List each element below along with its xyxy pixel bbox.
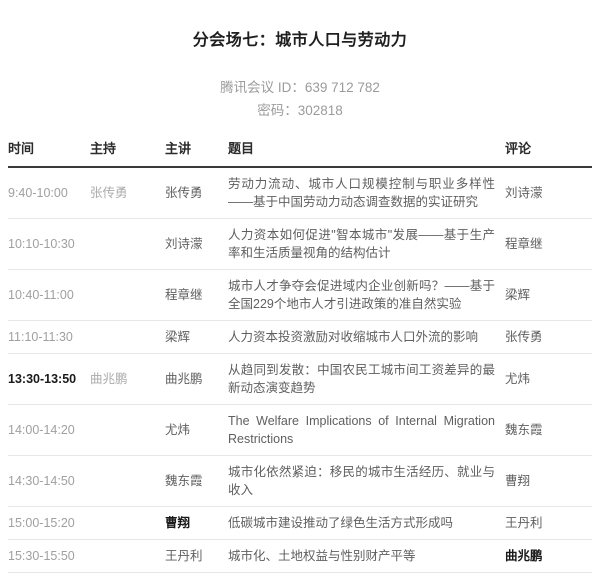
- topic-cell: 城市化、土地权益与性别财产平等: [228, 540, 505, 573]
- speaker-cell: 曲兆鹏: [165, 354, 228, 405]
- time-cell: 14:00-14:20: [8, 405, 90, 456]
- host-cell: [90, 507, 165, 540]
- commenter-cell: 刘诗濛: [505, 167, 592, 219]
- time-cell: 10:10-10:30: [8, 219, 90, 270]
- column-header-topic: 题目: [228, 138, 505, 167]
- host-cell: 曲兆鹏: [90, 354, 165, 405]
- host-cell: [90, 456, 165, 507]
- speaker-cell: 梁辉: [165, 321, 228, 354]
- topic-cell: 城市化依然紧迫：移民的城市生活经历、就业与收入: [228, 456, 505, 507]
- speaker-cell: 魏东霞: [165, 456, 228, 507]
- meeting-password-label: 密码：: [257, 103, 298, 118]
- commenter-cell: 曲兆鹏: [505, 540, 592, 573]
- table-row: 13:30-13:50曲兆鹏曲兆鹏从趋同到发散：中国农民工城市间工资差异的最新动…: [8, 354, 592, 405]
- schedule-table: 时间主持主讲题目评论 9:40-10:00张传勇张传勇劳动力流动、城市人口规模控…: [8, 138, 592, 573]
- meeting-id-line: 腾讯会议 ID：639 712 782: [8, 76, 592, 99]
- table-row: 10:10-10:30 刘诗濛人力资本如何促进"智本城市"发展——基于生产率和生活…: [8, 219, 592, 270]
- time-cell: 9:40-10:00: [8, 167, 90, 219]
- table-header-row: 时间主持主讲题目评论: [8, 138, 592, 167]
- column-header-speaker: 主讲: [165, 138, 228, 167]
- commenter-cell: 曹翔: [505, 456, 592, 507]
- speaker-cell: 王丹利: [165, 540, 228, 573]
- speaker-cell: 曹翔: [165, 507, 228, 540]
- speaker-cell: 刘诗濛: [165, 219, 228, 270]
- session-title: 分会场七：城市人口与劳动力: [8, 26, 592, 50]
- table-row: 14:30-14:50 魏东霞城市化依然紧迫：移民的城市生活经历、就业与收入曹翔: [8, 456, 592, 507]
- speaker-cell: 张传勇: [165, 167, 228, 219]
- host-cell: 张传勇: [90, 167, 165, 219]
- topic-cell: 城市人才争夺会促进域内企业创新吗？——基于全国229个地市人才引进政策的准自然实…: [228, 270, 505, 321]
- topic-cell: 劳动力流动、城市人口规模控制与职业多样性——基于中国劳动力动态调查数据的实证研究: [228, 167, 505, 219]
- host-cell: [90, 219, 165, 270]
- host-cell: [90, 270, 165, 321]
- schedule-table-body: 9:40-10:00张传勇张传勇劳动力流动、城市人口规模控制与职业多样性——基于…: [8, 167, 592, 573]
- table-row: 9:40-10:00张传勇张传勇劳动力流动、城市人口规模控制与职业多样性——基于…: [8, 167, 592, 219]
- commenter-cell: 王丹利: [505, 507, 592, 540]
- column-header-commenter: 评论: [505, 138, 592, 167]
- commenter-cell: 尤炜: [505, 354, 592, 405]
- speaker-cell: 尤炜: [165, 405, 228, 456]
- column-header-host: 主持: [90, 138, 165, 167]
- column-header-time: 时间: [8, 138, 90, 167]
- table-row: 10:40-11:00 程章继城市人才争夺会促进域内企业创新吗？——基于全国229…: [8, 270, 592, 321]
- meeting-info: 腾讯会议 ID：639 712 782 密码：302818: [8, 76, 592, 122]
- table-row: 14:00-14:20 尤炜The Welfare Implications of…: [8, 405, 592, 456]
- time-cell: 15:00-15:20: [8, 507, 90, 540]
- commenter-cell: 程章继: [505, 219, 592, 270]
- topic-cell: 从趋同到发散：中国农民工城市间工资差异的最新动态演变趋势: [228, 354, 505, 405]
- commenter-cell: 魏东霞: [505, 405, 592, 456]
- topic-cell: 人力资本投资激励对收缩城市人口外流的影响: [228, 321, 505, 354]
- host-cell: [90, 540, 165, 573]
- table-row: 15:30-15:50 王丹利城市化、土地权益与性别财产平等曲兆鹏: [8, 540, 592, 573]
- topic-cell: The Welfare Implications of Internal Mig…: [228, 405, 505, 456]
- topic-cell: 低碳城市建设推动了绿色生活方式形成吗: [228, 507, 505, 540]
- time-cell: 15:30-15:50: [8, 540, 90, 573]
- meeting-id-label: 腾讯会议 ID：: [220, 80, 305, 95]
- meeting-password-value: 302818: [298, 103, 343, 118]
- time-cell: 11:10-11:30: [8, 321, 90, 354]
- host-cell: [90, 405, 165, 456]
- meeting-id-value: 639 712 782: [305, 80, 380, 95]
- meeting-password-line: 密码：302818: [8, 99, 592, 122]
- time-cell: 13:30-13:50: [8, 354, 90, 405]
- session-program-page: 分会场七：城市人口与劳动力 腾讯会议 ID：639 712 782 密码：302…: [0, 0, 600, 573]
- time-cell: 14:30-14:50: [8, 456, 90, 507]
- topic-cell: 人力资本如何促进"智本城市"发展——基于生产率和生活质量视角的结构估计: [228, 219, 505, 270]
- table-row: 11:10-11:30 梁辉人力资本投资激励对收缩城市人口外流的影响张传勇: [8, 321, 592, 354]
- host-cell: [90, 321, 165, 354]
- commenter-cell: 张传勇: [505, 321, 592, 354]
- speaker-cell: 程章继: [165, 270, 228, 321]
- table-row: 15:00-15:20 曹翔低碳城市建设推动了绿色生活方式形成吗王丹利: [8, 507, 592, 540]
- commenter-cell: 梁辉: [505, 270, 592, 321]
- time-cell: 10:40-11:00: [8, 270, 90, 321]
